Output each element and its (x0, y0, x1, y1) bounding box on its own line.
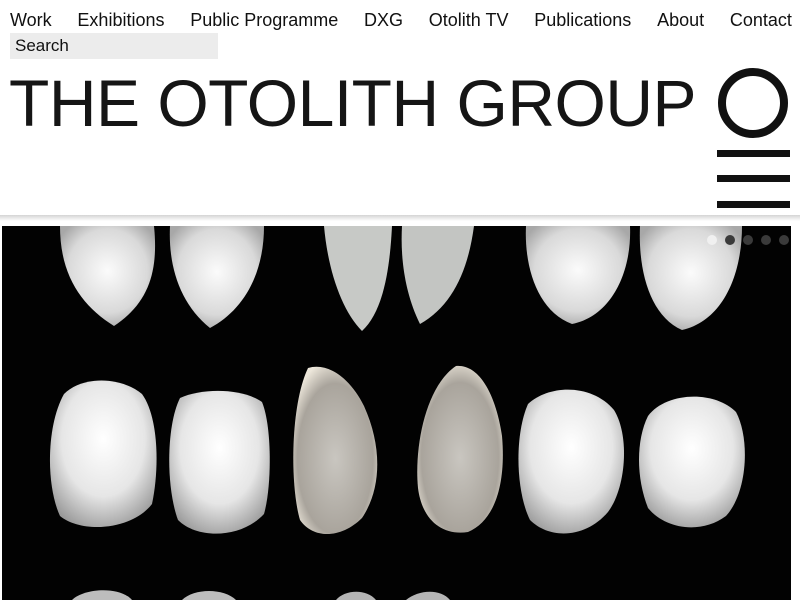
nav-dxg[interactable]: DXG (364, 9, 403, 31)
menu-bar-icon (717, 175, 790, 182)
main-nav: Work Exhibitions Public Programme DXG Ot… (10, 9, 792, 31)
otolith-shape (293, 366, 378, 535)
otolith-shape (518, 389, 625, 534)
nav-about[interactable]: About (657, 9, 704, 31)
slider-pagination (707, 235, 789, 245)
nav-otolith-tv[interactable]: Otolith TV (429, 9, 509, 31)
slide-dot-1[interactable] (707, 235, 717, 245)
otolith-shape (324, 226, 392, 331)
otolith-shape (169, 390, 270, 534)
otolith-shape (72, 590, 132, 600)
image-slider[interactable] (2, 226, 791, 600)
nav-contact[interactable]: Contact (730, 9, 792, 31)
menu-bar-icon (717, 201, 790, 208)
slide-dot-3[interactable] (743, 235, 753, 245)
circle-logo-icon[interactable] (718, 68, 788, 138)
otoliths-image (49, 226, 745, 600)
slide-dot-4[interactable] (761, 235, 771, 245)
otolith-shape (417, 365, 503, 533)
otolith-shape (525, 226, 631, 324)
nav-exhibitions[interactable]: Exhibitions (77, 9, 164, 31)
otolith-shape (401, 226, 474, 324)
otolith-shape (639, 396, 745, 528)
otolith-shape (49, 380, 157, 528)
otolith-shape (406, 591, 450, 600)
nav-public-programme[interactable]: Public Programme (190, 9, 338, 31)
otolith-shape (182, 591, 236, 600)
site-title[interactable]: THE OTOLITH GROUP (9, 66, 697, 140)
search-input[interactable] (10, 33, 218, 59)
otolith-shape (336, 591, 376, 600)
header-divider (0, 215, 800, 221)
nav-publications[interactable]: Publications (534, 9, 631, 31)
menu-bar-icon (717, 150, 790, 157)
otolith-shape (60, 226, 156, 326)
otolith-shape (169, 226, 264, 328)
slide-dot-2[interactable] (725, 235, 735, 245)
slide-dot-5[interactable] (779, 235, 789, 245)
nav-work[interactable]: Work (10, 9, 52, 31)
hamburger-menu-button[interactable] (717, 150, 790, 208)
